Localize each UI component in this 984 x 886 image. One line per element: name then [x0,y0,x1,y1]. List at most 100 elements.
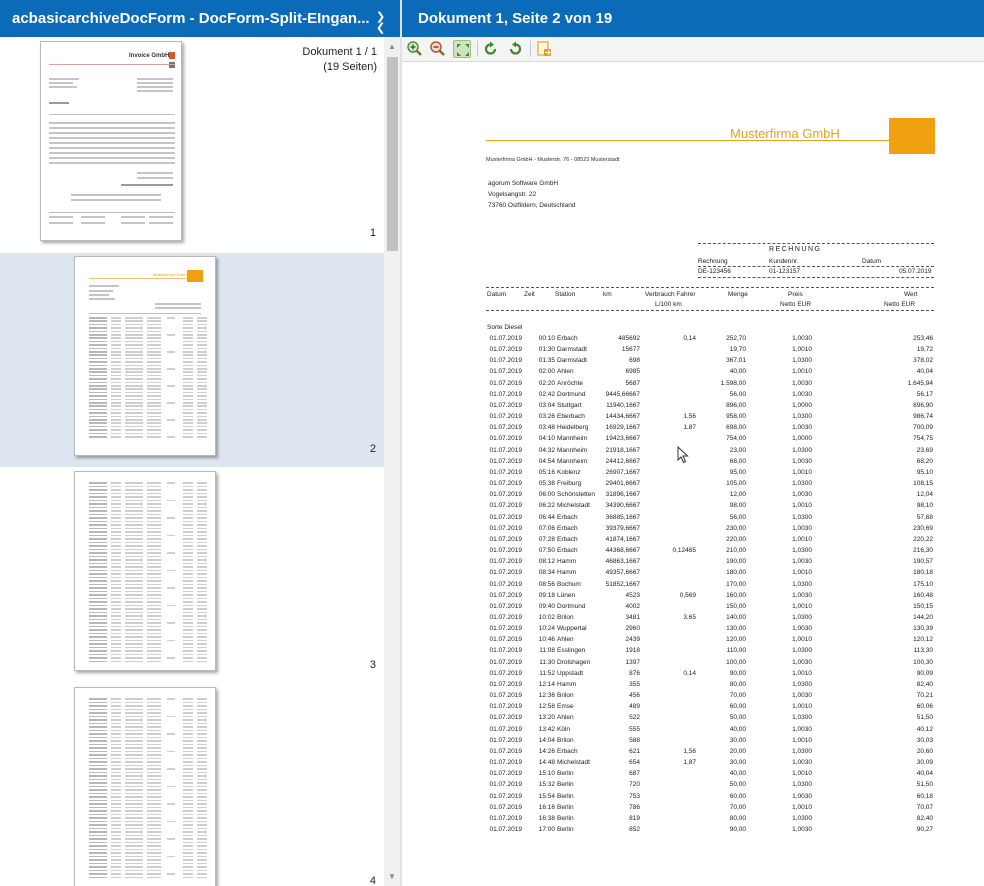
scroll-up-icon[interactable]: ▲ [388,42,396,51]
page-number: 1 [369,227,376,239]
cell-zeit: 12:36 [538,692,555,700]
table-row: 01.07.2019 17:00 Berlin 852 90,00 1,0030 90,27 [402,826,984,837]
cell-station: Hamm [557,569,577,577]
thumbnail-row-4[interactable]: 4 [0,685,384,886]
export-icon[interactable] [535,40,553,58]
cell-zeit: 04:10 [538,435,555,443]
cell-menge: 140,00 [726,614,746,621]
collapse-icon[interactable]: ❯❮ [376,12,387,34]
cell-km: 1918 [625,647,640,655]
cell-km: 29401,6667 [605,480,640,488]
table-row: 01.07.2019 14:48 Michelstadt 654 1,87 30,00 1,… [402,759,984,770]
rotate-left-icon[interactable] [482,40,500,58]
cell-station: Koblenz [557,468,581,476]
cell-datum: 01.07.2019 [489,602,522,610]
scroll-thumb[interactable] [387,57,398,251]
cell-km: 4523 [625,591,640,599]
meta-divider [698,277,934,278]
page-thumbnail-4[interactable] [74,687,216,886]
cell-zeit: 14:26 [538,747,555,755]
cell-station: Ahlen [557,368,574,376]
thumbnail-scrollbar[interactable]: ▲ ▼ [384,37,400,886]
thumbnail-row-1[interactable]: Invoice GmbH 1 [0,37,384,251]
cell-wert: 986,74 [913,413,933,421]
meta-label-datum: Datum [862,258,882,265]
cell-wert: 220,22 [913,535,933,543]
table-row: 01.07.2019 02:42 Dortmund 9445,66667 56,00 1,… [402,391,984,402]
cell-wert: 754,75 [913,435,933,443]
cell-km: 698 [629,357,640,365]
cell-wert: 230,69 [913,524,933,532]
cell-zeit: 08:56 [538,580,555,588]
fit-page-icon[interactable] [453,40,471,58]
table-row: 01.07.2019 14:04 Brilon 588 30,00 1,0010 30,03 [402,737,984,748]
cell-zeit: 05:38 [538,480,555,488]
cell-km: 555 [629,725,640,733]
cell-station: Stuttgart [557,401,582,409]
cell-menge: 150,00 [726,602,746,610]
thumbnail-row-3[interactable]: 3 [0,469,384,683]
cell-menge: 90,00 [729,826,746,834]
cell-datum: 01.07.2019 [489,524,522,532]
cell-preis: 1,0300 [792,413,812,421]
cell-datum: 01.07.2019 [489,401,522,409]
cell-km: 621 [629,747,640,755]
cell-preis: 1,0010 [792,636,812,644]
table-row: 01.07.2019 02:20 Anröchte 5687 1.598,00 1,003… [402,380,984,391]
cell-datum: 01.07.2019 [489,390,522,398]
table-row: 01.07.2019 07:28 Erbach 41874,1667 220,00 1,0… [402,536,984,547]
thumbnail-panel: acbasicarchiveDocForm - DocForm-Split-EI… [0,0,400,886]
cell-station: Mannheim [557,435,588,443]
rotate-right-icon[interactable] [506,40,524,58]
cell-preis: 1,0300 [792,357,812,365]
cell-km: 11940,1667 [606,401,640,409]
table-row: 01.07.2019 08:12 Hamm 46863,1667 190,00 1,003… [402,558,984,569]
cell-preis: 1,0000 [792,401,812,409]
thumbnail-row-2[interactable]: Musterfirma GmbH 2 [0,253,384,467]
scroll-down-icon[interactable]: ▼ [388,872,396,881]
cell-wert: 144,20 [913,614,933,621]
table-row: 01.07.2019 15:54 Berlin 753 60,00 1,0030 60,18 [402,793,984,804]
table-row: 01.07.2019 15:10 Berlin 687 40,00 1,0010 40,04 [402,770,984,781]
cell-wert: 1.645,94 [907,379,933,387]
cell-station: Darmstadt [557,357,587,365]
company-logo-block [889,118,935,154]
cell-station: Hamm [557,680,577,688]
cell-station: Brilon [557,736,574,744]
cell-preis: 1,0030 [792,692,812,700]
cell-zeit: 11:52 [539,669,555,677]
cell-zeit: 04:54 [538,457,555,465]
cell-station: Berlin [557,781,574,789]
thumbnail-list: Dokument 1 / 1 (19 Seiten) Invoice GmbH [0,37,384,886]
cell-zeit: 10:46 [538,636,555,644]
cell-station: Berlin [557,770,574,778]
cell-wert: 120,12 [913,636,933,644]
cell-km: 5687 [625,379,640,387]
zoom-in-icon[interactable] [406,40,424,58]
cell-km: 24412,6667 [605,457,640,465]
page-thumbnail-1[interactable]: Invoice GmbH [40,41,182,241]
toolbar-separator [530,41,531,57]
cell-wert: 100,30 [913,658,933,666]
cell-menge: 40,00 [729,725,746,733]
table-row: 01.07.2019 10:02 Brilon 3481 3,65 140,00 1,030… [402,614,984,625]
cell-verbrauch: 1,56 [683,413,696,421]
cell-datum: 01.07.2019 [489,736,522,744]
zoom-out-icon[interactable] [429,40,447,58]
cell-km: 16929,1667 [605,424,640,432]
page-thumbnail-3[interactable] [74,471,216,671]
company-name: Musterfirma GmbH [730,126,840,141]
cell-zeit: 03:04 [538,401,555,409]
cell-preis: 1,0030 [792,725,812,733]
cell-km: 14434,6667 [605,413,640,421]
cell-wert: 180,18 [913,569,933,577]
cell-preis: 1,0300 [792,747,812,755]
cell-datum: 01.07.2019 [489,413,522,421]
cell-menge: 68,00 [729,457,746,465]
cell-preis: 1,0030 [792,591,812,599]
page-thumbnail-2[interactable]: Musterfirma GmbH [74,256,216,456]
invoice-title: RECHNUNG [769,246,822,253]
table-row: 01.07.2019 04:54 Mannheim 24412,6667 68,00 1,… [402,458,984,469]
cell-station: Dortmund [557,602,586,610]
cell-menge: 130,00 [726,625,746,633]
